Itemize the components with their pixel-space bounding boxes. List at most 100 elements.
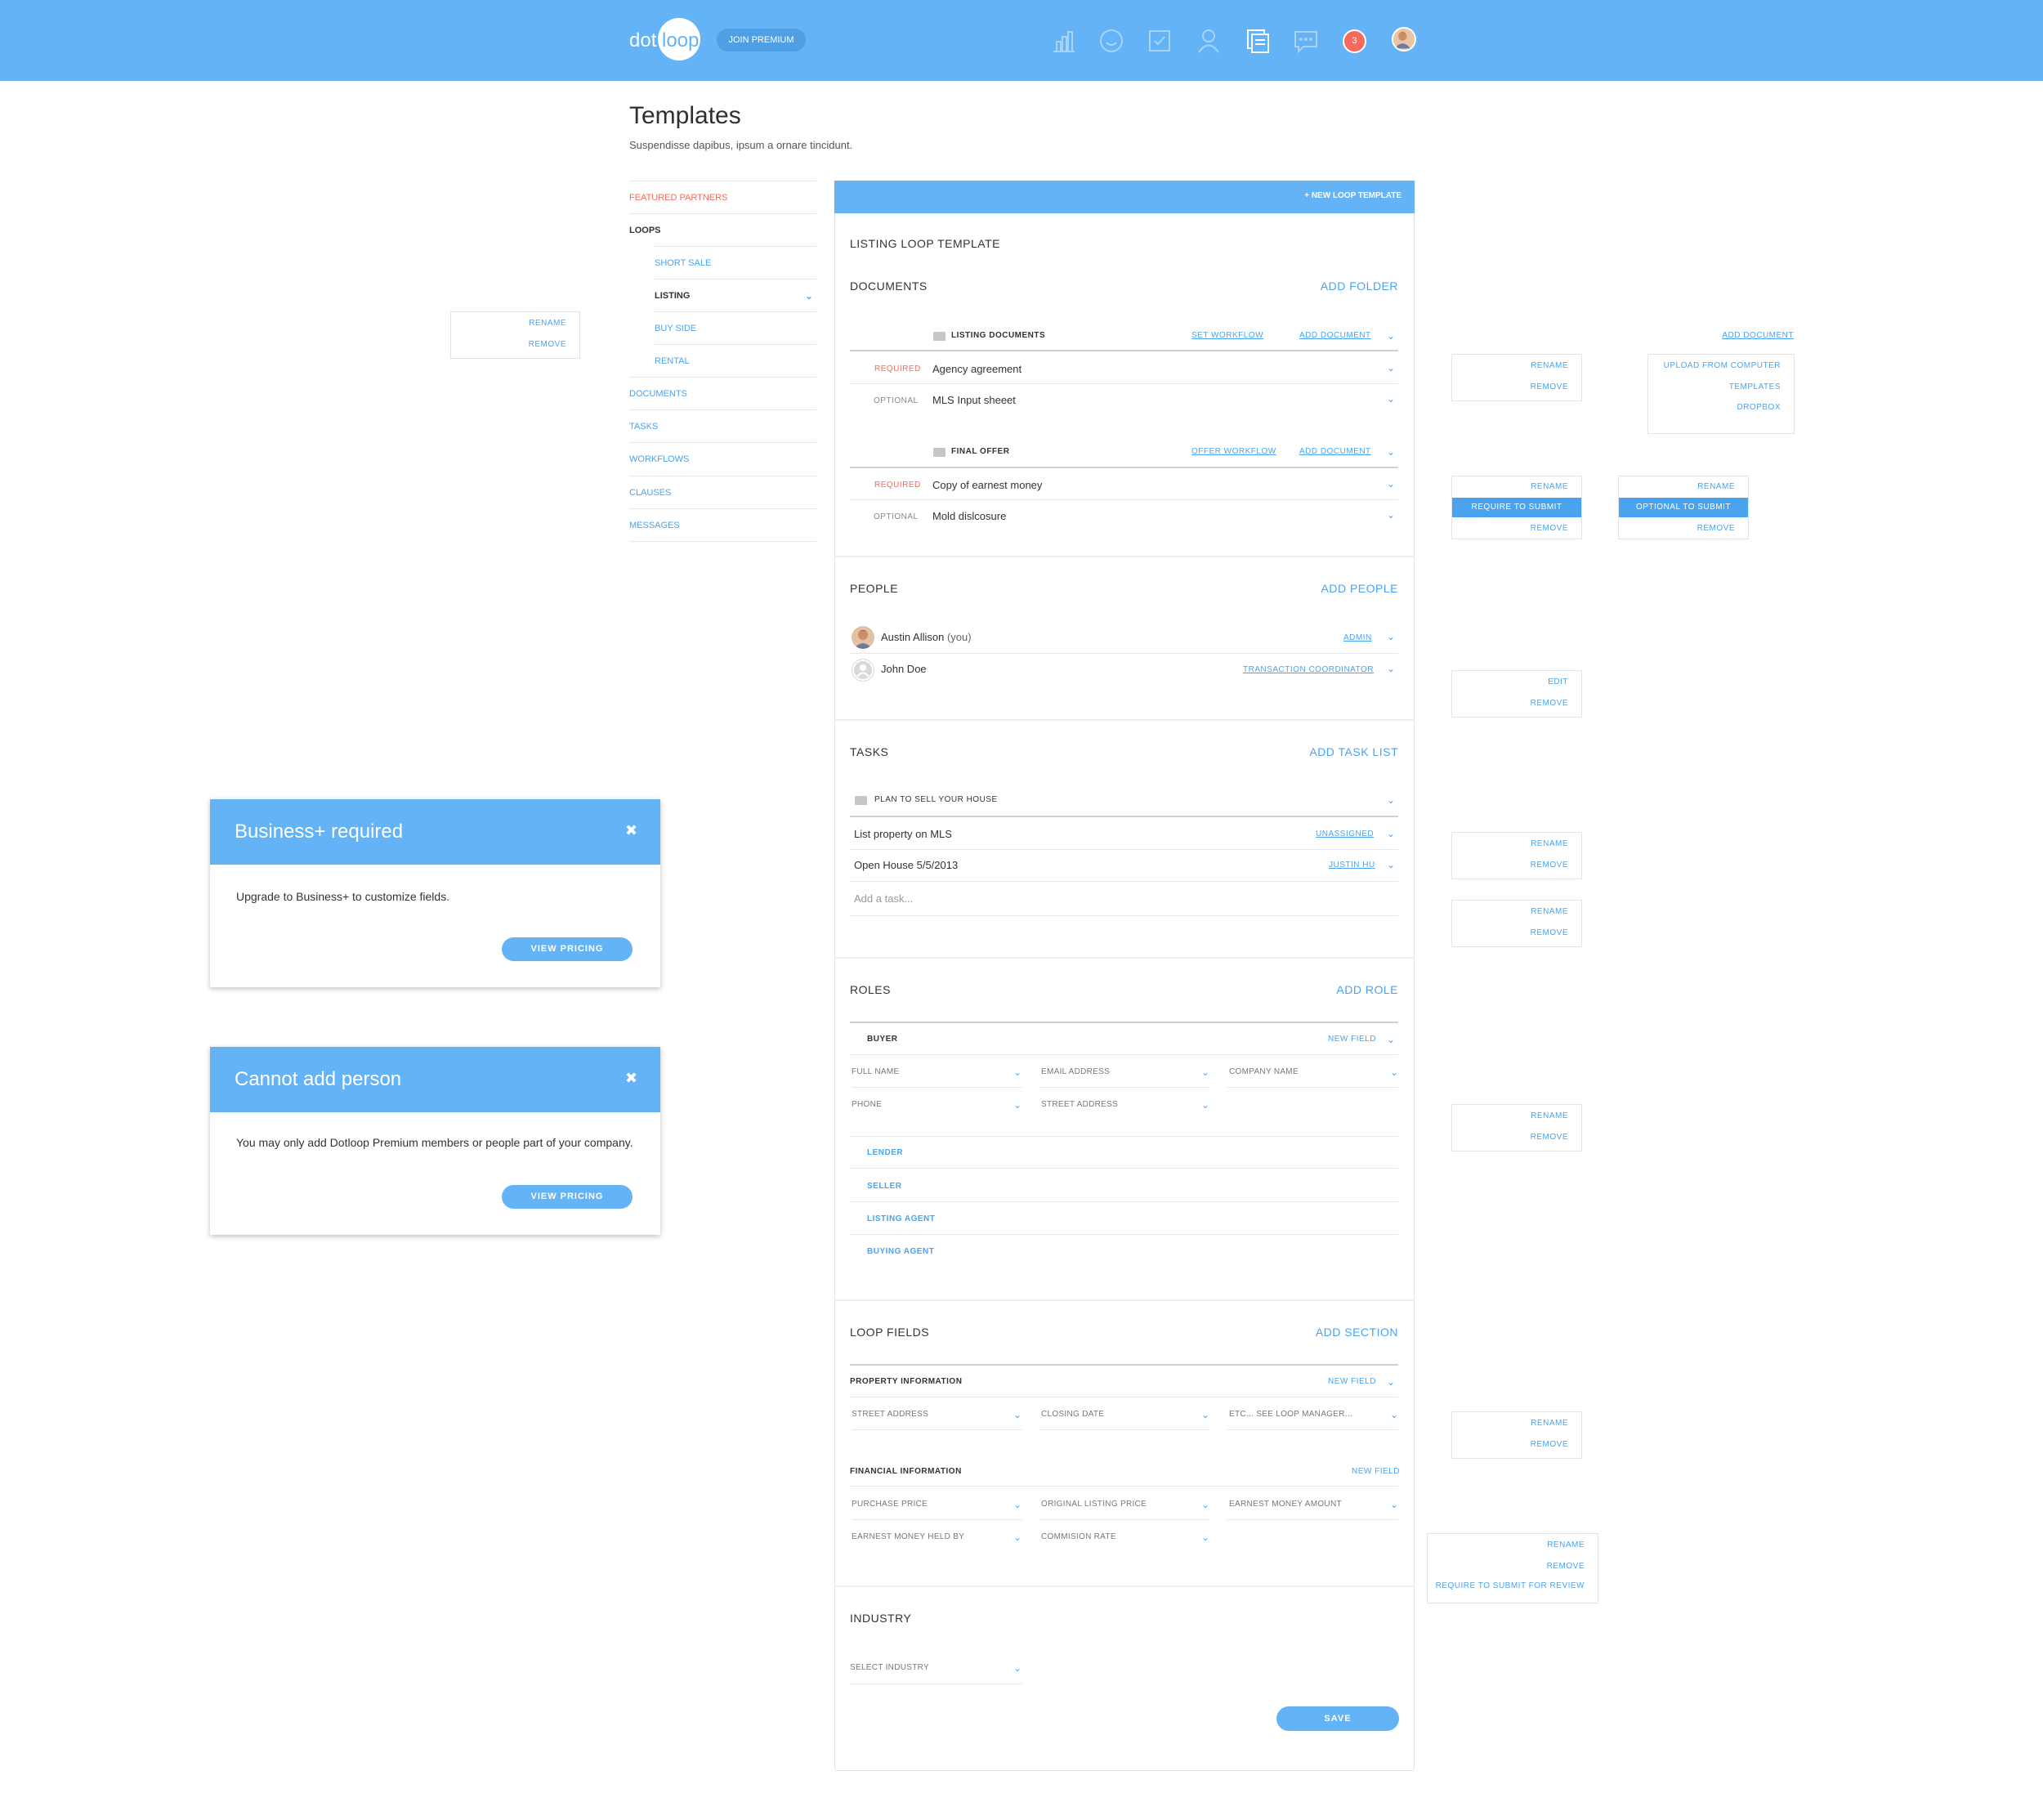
view-pricing-button[interactable]: VIEW PRICING	[502, 1185, 633, 1209]
add-document-link[interactable]: ADD DOCUMENT	[1720, 331, 1794, 340]
role-name[interactable]: BUYER	[867, 1035, 898, 1044]
chat-icon[interactable]	[1292, 27, 1320, 55]
chevron-down-icon[interactable]: ⌄	[1013, 1410, 1023, 1420]
checkbox-icon[interactable]	[1146, 27, 1173, 55]
menu-optional-to-submit[interactable]: OPTIONAL TO SUBMIT	[1619, 498, 1748, 517]
chevron-down-icon[interactable]: ⌄	[1387, 363, 1397, 373]
add-task-input[interactable]: Add a task...	[854, 892, 913, 905]
new-field-link[interactable]: NEW FIELD	[1352, 1467, 1400, 1476]
role-link[interactable]: TRANSACTION COORDINATOR	[1243, 665, 1374, 674]
menu-remove[interactable]: REMOVE	[1547, 1562, 1585, 1571]
menu-remove[interactable]: REMOVE	[1531, 699, 1568, 708]
add-folder-button[interactable]: ADD FOLDER	[1275, 279, 1398, 293]
menu-remove[interactable]: REMOVE	[529, 340, 566, 349]
field-email-address[interactable]: EMAIL ADDRESS	[1041, 1067, 1110, 1076]
menu-edit[interactable]: EDIT	[1548, 677, 1568, 686]
menu-rename[interactable]: RENAME	[1547, 1541, 1585, 1549]
view-pricing-button[interactable]: VIEW PRICING	[502, 937, 633, 961]
menu-require-to-submit[interactable]: REQUIRE TO SUBMIT	[1452, 498, 1581, 517]
add-document-link[interactable]: ADD DOCUMENT	[1299, 447, 1371, 456]
save-button[interactable]: SAVE	[1276, 1706, 1399, 1731]
person-name[interactable]: John Doe	[881, 663, 927, 675]
chevron-down-icon[interactable]: ⌄	[1387, 860, 1397, 870]
field-purchase-price[interactable]: PURCHASE PRICE	[852, 1500, 928, 1509]
nav-documents[interactable]: DOCUMENTS	[629, 377, 816, 409]
person-icon[interactable]	[1195, 27, 1223, 55]
menu-remove[interactable]: REMOVE	[1531, 861, 1568, 870]
chevron-down-icon[interactable]: ⌄	[1387, 510, 1397, 520]
role-buying-agent[interactable]: BUYING AGENT	[867, 1247, 934, 1256]
assignee-link[interactable]: JUSTIN HU	[1329, 861, 1375, 870]
menu-remove[interactable]: REMOVE	[1697, 524, 1735, 533]
menu-rename[interactable]: RENAME	[1531, 361, 1568, 370]
role-lender[interactable]: LENDER	[867, 1148, 903, 1157]
menu-rename[interactable]: RENAME	[1531, 1419, 1568, 1428]
nav-listing[interactable]: LISTING ⌄	[655, 279, 816, 311]
chevron-down-icon[interactable]: ⌄	[1387, 1377, 1397, 1387]
chevron-down-icon[interactable]: ⌄	[1013, 1532, 1023, 1542]
user-avatar[interactable]	[1392, 27, 1416, 51]
menu-rename[interactable]: RENAME	[529, 319, 566, 328]
task-name[interactable]: List property on MLS	[854, 828, 952, 840]
add-role-button[interactable]: ADD ROLE	[1275, 983, 1398, 996]
offer-workflow-link[interactable]: OFFER WORKFLOW	[1191, 447, 1276, 456]
field-street-address[interactable]: STREET ADDRESS	[852, 1410, 928, 1419]
notification-badge[interactable]: 3	[1343, 29, 1366, 53]
join-premium-button[interactable]: JOIN PREMIUM	[717, 29, 806, 51]
chevron-down-icon[interactable]: ⌄	[1201, 1100, 1211, 1110]
chevron-down-icon[interactable]: ⌄	[1201, 1067, 1211, 1077]
nav-short-sale[interactable]: SHORT SALE	[655, 246, 816, 279]
close-icon[interactable]: ✖	[625, 1070, 637, 1087]
menu-rename[interactable]: RENAME	[1531, 1111, 1568, 1120]
chart-icon[interactable]	[1050, 27, 1078, 55]
nav-featured-partners[interactable]: FEATURED PARTNERS	[629, 181, 816, 213]
chevron-down-icon[interactable]: ⌄	[1387, 632, 1397, 642]
nav-clauses[interactable]: CLAUSES	[629, 476, 816, 508]
new-field-link[interactable]: NEW FIELD	[1328, 1035, 1376, 1044]
field-earnest-money-amount[interactable]: EARNEST MONEY AMOUNT	[1229, 1500, 1342, 1509]
chevron-down-icon[interactable]: ⌄	[1387, 447, 1397, 457]
close-icon[interactable]: ✖	[625, 822, 637, 839]
chevron-down-icon[interactable]: ⌄	[1390, 1410, 1400, 1420]
menu-templates[interactable]: TEMPLATES	[1729, 382, 1781, 391]
add-people-button[interactable]: ADD PEOPLE	[1275, 582, 1398, 595]
new-loop-template-button[interactable]: + NEW LOOP TEMPLATE	[1304, 191, 1401, 200]
task-name[interactable]: Open House 5/5/2013	[854, 859, 958, 871]
nav-rental[interactable]: RENTAL	[655, 344, 816, 377]
menu-rename[interactable]: RENAME	[1531, 907, 1568, 916]
field-original-listing-price[interactable]: ORIGINAL LISTING PRICE	[1041, 1500, 1147, 1509]
document-name[interactable]: Mold dislcosure	[932, 510, 1006, 522]
chevron-down-icon[interactable]: ⌄	[1013, 1067, 1023, 1077]
field-closing-date[interactable]: CLOSING DATE	[1041, 1410, 1104, 1419]
field-etc[interactable]: ETC... SEE LOOP MANAGER...	[1229, 1410, 1352, 1419]
chevron-down-icon[interactable]: ⌄	[1387, 1035, 1397, 1044]
menu-remove[interactable]: REMOVE	[1531, 1440, 1568, 1449]
menu-dropbox[interactable]: DROPBOX	[1737, 403, 1781, 412]
nav-tasks[interactable]: TASKS	[629, 409, 816, 442]
nav-messages[interactable]: MESSAGES	[629, 508, 816, 541]
chevron-down-icon[interactable]: ⌄	[1201, 1532, 1211, 1542]
nav-buy-side[interactable]: BUY SIDE	[655, 311, 816, 344]
menu-remove[interactable]: REMOVE	[1531, 1133, 1568, 1142]
role-link[interactable]: ADMIN	[1343, 633, 1372, 642]
nav-loops[interactable]: LOOPS	[629, 213, 816, 246]
add-task-list-button[interactable]: ADD TASK LIST	[1258, 745, 1398, 758]
chevron-down-icon[interactable]: ⌄	[1387, 664, 1397, 673]
chevron-down-icon[interactable]: ⌄	[1013, 1500, 1023, 1509]
role-seller[interactable]: SELLER	[867, 1182, 901, 1191]
document-name[interactable]: MLS Input sheeet	[932, 394, 1016, 406]
add-section-button[interactable]: ADD SECTION	[1258, 1326, 1398, 1339]
field-commision-rate[interactable]: COMMISION RATE	[1041, 1532, 1116, 1541]
chevron-down-icon[interactable]: ⌄	[1013, 1100, 1023, 1110]
menu-remove[interactable]: REMOVE	[1531, 382, 1568, 391]
field-phone[interactable]: PHONE	[852, 1100, 882, 1109]
add-document-link[interactable]: ADD DOCUMENT	[1299, 331, 1371, 340]
documents-icon[interactable]	[1244, 27, 1272, 55]
menu-upload-from-computer[interactable]: UPLOAD FROM COMPUTER	[1664, 361, 1781, 370]
chevron-down-icon[interactable]: ⌄	[1013, 1663, 1023, 1673]
document-name[interactable]: Agency agreement	[932, 363, 1022, 375]
role-listing-agent[interactable]: LISTING AGENT	[867, 1214, 935, 1223]
nav-workflows[interactable]: WORKFLOWS	[629, 442, 816, 475]
person-name[interactable]: Austin Allison (you)	[881, 631, 972, 643]
chevron-down-icon[interactable]: ⌄	[1387, 829, 1397, 838]
